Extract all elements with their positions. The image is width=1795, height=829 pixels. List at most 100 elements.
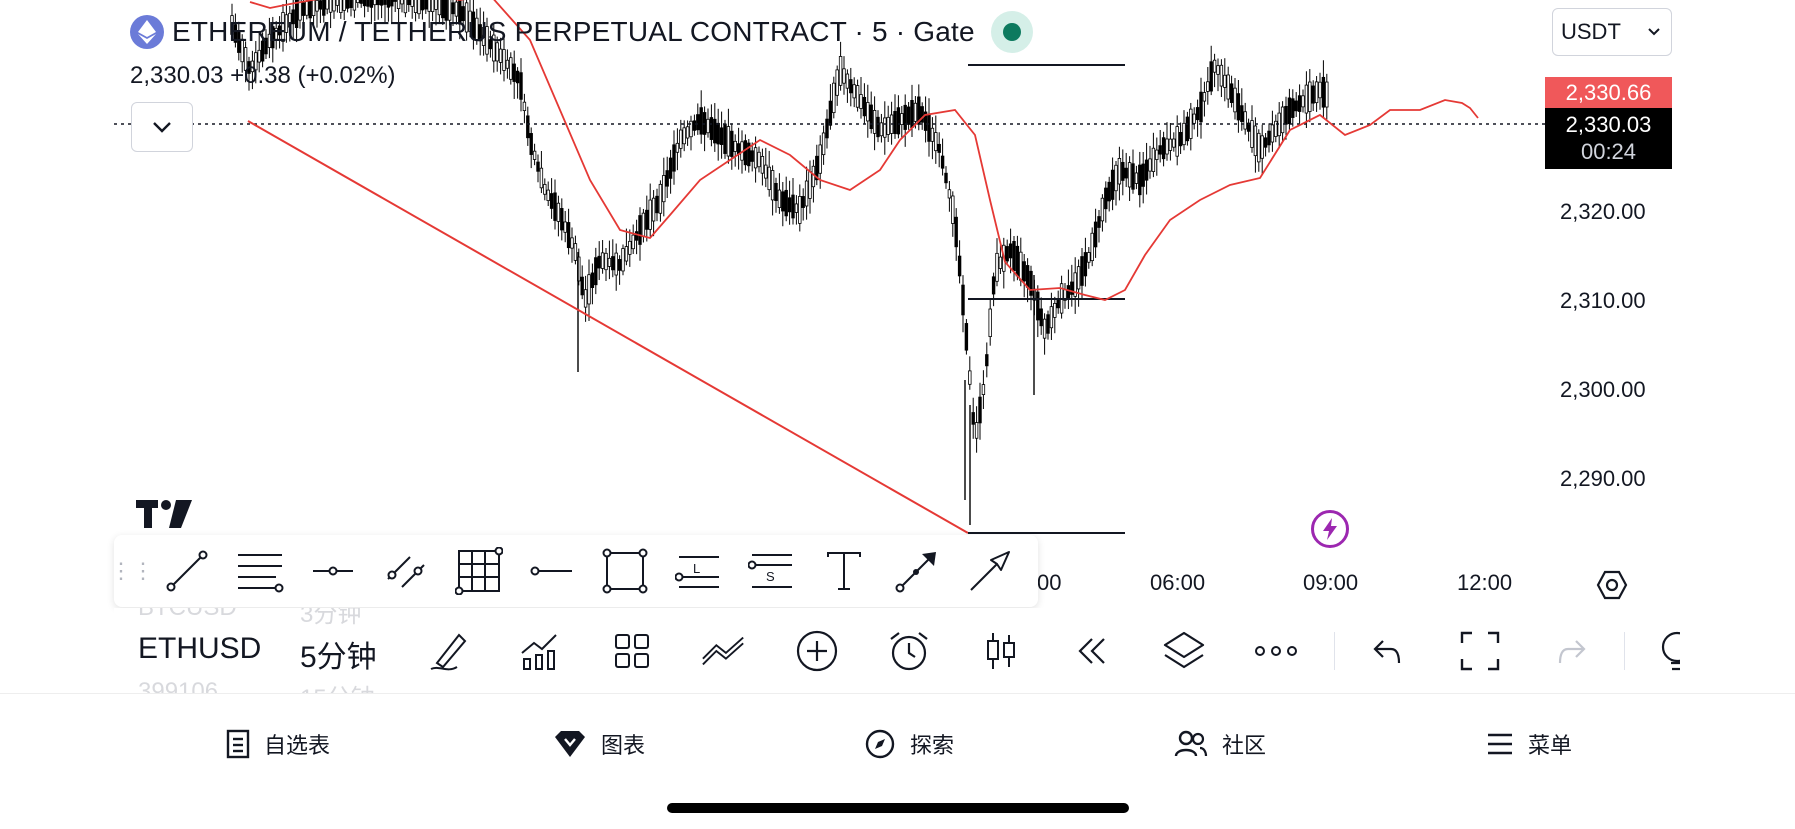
candle	[672, 130, 676, 185]
candle	[617, 255, 622, 285]
undo-icon[interactable]	[1364, 628, 1410, 674]
candle	[1304, 71, 1309, 129]
currency-select[interactable]: USDT	[1552, 8, 1672, 56]
candle	[1192, 107, 1196, 130]
candle	[709, 104, 714, 147]
price-chart[interactable]	[0, 0, 1795, 608]
nav-label: 菜单	[1528, 733, 1573, 758]
nav-chart[interactable]: 图表	[553, 724, 645, 764]
alert-icon[interactable]	[886, 628, 932, 674]
layout-grid-icon[interactable]	[609, 628, 655, 674]
nav-menu[interactable]: 菜单	[1486, 724, 1572, 764]
candle	[845, 69, 850, 103]
candle	[1206, 67, 1210, 105]
symbol-legend[interactable]: ETHEREUM / TETHERUS PERPETUAL CONTRACT ·…	[130, 11, 1033, 53]
candle	[614, 243, 618, 291]
drawing-toolbar: ⋮⋮ L S	[110, 535, 1038, 607]
candle	[611, 239, 615, 278]
candle	[580, 265, 584, 300]
candle	[590, 263, 595, 305]
candle	[563, 211, 567, 243]
candle	[505, 49, 510, 79]
horizontal-ray-icon[interactable]	[296, 541, 369, 601]
candle	[1280, 101, 1285, 142]
bolt-icon[interactable]	[1311, 510, 1349, 548]
candle	[1263, 132, 1268, 157]
nav-watchlist[interactable]: 自选表	[226, 724, 330, 764]
candle	[927, 98, 931, 157]
legend-collapse-button[interactable]	[131, 102, 193, 152]
candle	[1236, 80, 1241, 133]
candle	[679, 119, 683, 158]
candle	[1138, 151, 1142, 208]
nav-community[interactable]: 社区	[1174, 724, 1266, 764]
candle	[896, 95, 901, 139]
candle	[706, 108, 710, 138]
candle	[760, 148, 765, 186]
more-icon[interactable]	[1253, 628, 1299, 674]
compare-icon[interactable]	[701, 628, 747, 674]
drag-handle-icon[interactable]: ⋮⋮	[110, 558, 154, 584]
candle	[345, 0, 350, 13]
lightbulb-icon[interactable]	[1654, 628, 1680, 674]
time-tick: 09:00	[1303, 570, 1359, 595]
indicators-icon[interactable]	[517, 628, 563, 674]
layers-icon[interactable]	[1161, 628, 1207, 674]
candle	[539, 150, 544, 194]
candle	[393, 0, 397, 13]
ghost-symbol: 399106	[138, 678, 219, 693]
candle	[1036, 285, 1040, 338]
text-icon[interactable]	[807, 541, 880, 601]
candle	[634, 219, 639, 255]
symbol-picker[interactable]: ETHUSD	[138, 632, 261, 666]
ethereum-icon	[130, 15, 164, 49]
redo-icon[interactable]	[1549, 628, 1595, 674]
candle	[1121, 149, 1125, 196]
chevron-down-icon	[1648, 28, 1660, 36]
candle	[1243, 102, 1247, 135]
fib-retracement-icon[interactable]	[223, 541, 296, 601]
arrow-icon[interactable]	[953, 541, 1026, 601]
rectangle-icon[interactable]	[588, 541, 661, 601]
interval-picker[interactable]: 5分钟	[300, 632, 377, 676]
long-position-icon[interactable]: L	[661, 541, 734, 601]
candle	[543, 178, 547, 201]
candle	[1318, 72, 1322, 110]
candle	[570, 227, 574, 263]
candle	[512, 50, 516, 99]
candle	[889, 101, 894, 145]
candle	[1005, 239, 1009, 266]
candle	[1134, 165, 1139, 190]
candle	[1182, 110, 1186, 151]
parallel-channel-icon[interactable]	[369, 541, 442, 601]
bottom-toolbar: BTCUSD 3分钟 399106 15分钟 ETHUSD 5分钟	[114, 608, 1680, 693]
chevron-down-icon	[153, 122, 171, 133]
brush-icon[interactable]	[426, 628, 472, 674]
candle	[821, 125, 826, 165]
candle	[651, 190, 656, 237]
market-status-icon[interactable]	[990, 11, 1033, 53]
replay-icon[interactable]	[1069, 628, 1115, 674]
candle	[985, 342, 989, 378]
short-position-icon[interactable]: S	[734, 541, 807, 601]
candle	[923, 96, 928, 143]
add-icon[interactable]	[794, 628, 840, 674]
gann-box-icon[interactable]	[442, 541, 515, 601]
nav-explore[interactable]: 探索	[864, 724, 954, 764]
trend-line-icon[interactable]	[150, 541, 223, 601]
horizontal-line-icon[interactable]	[515, 541, 588, 601]
toolbar-divider	[1624, 632, 1625, 670]
candle	[1209, 45, 1213, 96]
candle	[1161, 131, 1166, 167]
candle	[1155, 137, 1159, 176]
candle	[825, 109, 829, 149]
candle	[1039, 297, 1043, 335]
candle	[655, 188, 659, 222]
candle-style-icon[interactable]	[978, 628, 1024, 674]
arrow-marker-icon[interactable]	[880, 541, 953, 601]
fullscreen-icon[interactable]	[1457, 628, 1503, 674]
candle	[1012, 235, 1016, 282]
settings-icon[interactable]	[1595, 568, 1629, 607]
candle	[1144, 142, 1149, 195]
candle	[1219, 59, 1224, 98]
